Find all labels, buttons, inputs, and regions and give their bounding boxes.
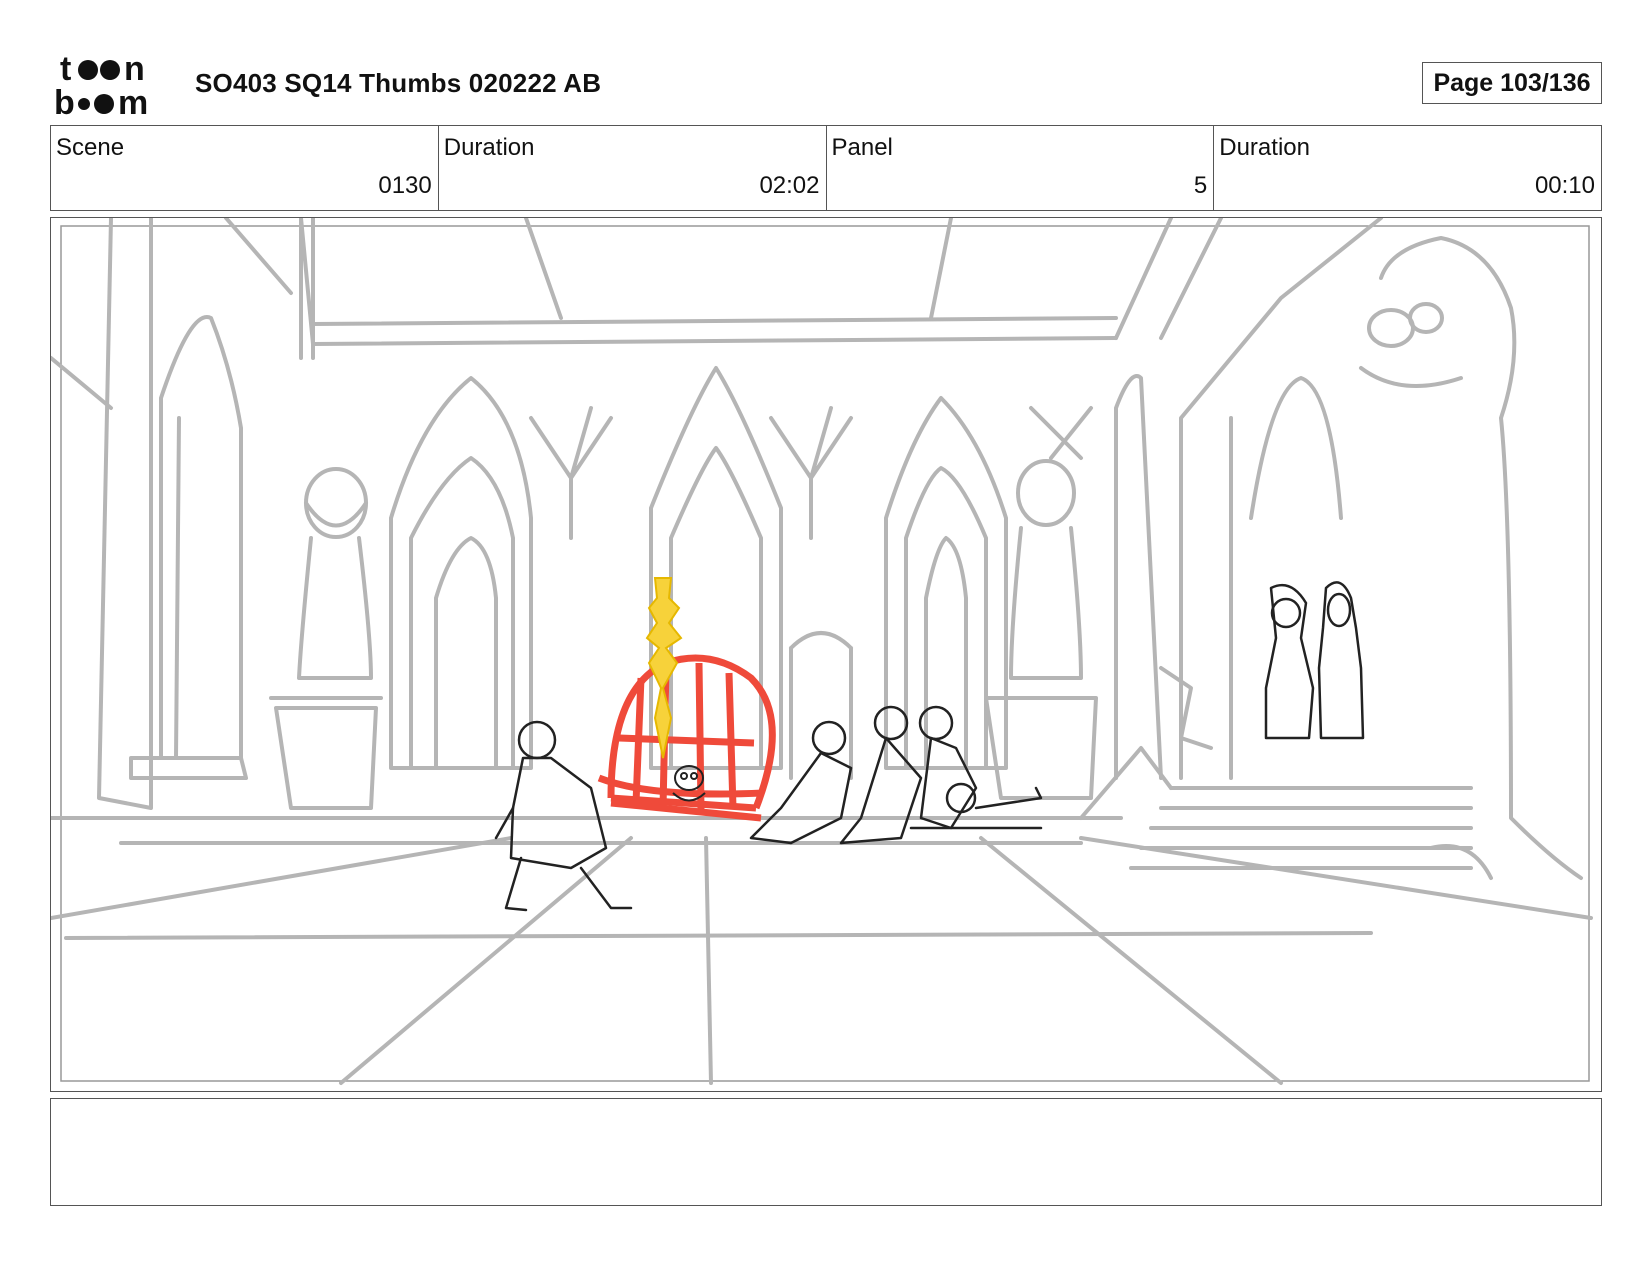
red-cage — [597, 654, 776, 822]
panel-info-bar: Scene 0130 Duration 02:02 Panel 5 Durati… — [50, 125, 1602, 211]
scene-duration-value: 02:02 — [759, 172, 820, 199]
document-title: SO403 SQ14 Thumbs 020222 AB — [195, 68, 602, 98]
storyboard-panel — [50, 217, 1602, 1092]
svg-text:b: b — [54, 84, 75, 118]
page-indicator: Page 103/136 — [1422, 62, 1602, 104]
panel-label: Panel — [831, 134, 893, 161]
scene-duration-label: Duration — [443, 134, 535, 161]
scene-duration-cell: Duration 02:02 — [439, 126, 827, 210]
panel-duration-label: Duration — [1219, 134, 1310, 161]
scene-cell: Scene 0130 — [51, 126, 439, 210]
panel-value: 5 — [1193, 172, 1208, 199]
panel-cell: Panel 5 — [827, 126, 1215, 210]
panel-duration-cell: Duration 00:10 — [1214, 126, 1601, 210]
svg-text:m: m — [118, 84, 148, 118]
svg-text:t: t — [60, 50, 71, 88]
panel-duration-value: 00:10 — [1534, 172, 1595, 199]
scene-value: 0130 — [378, 172, 432, 199]
notes-box — [50, 1098, 1602, 1206]
panel-sketch — [51, 218, 1593, 1085]
toon-boom-logo: t n b m — [54, 50, 148, 118]
svg-text:n: n — [124, 50, 145, 88]
scene-label: Scene — [56, 134, 125, 161]
